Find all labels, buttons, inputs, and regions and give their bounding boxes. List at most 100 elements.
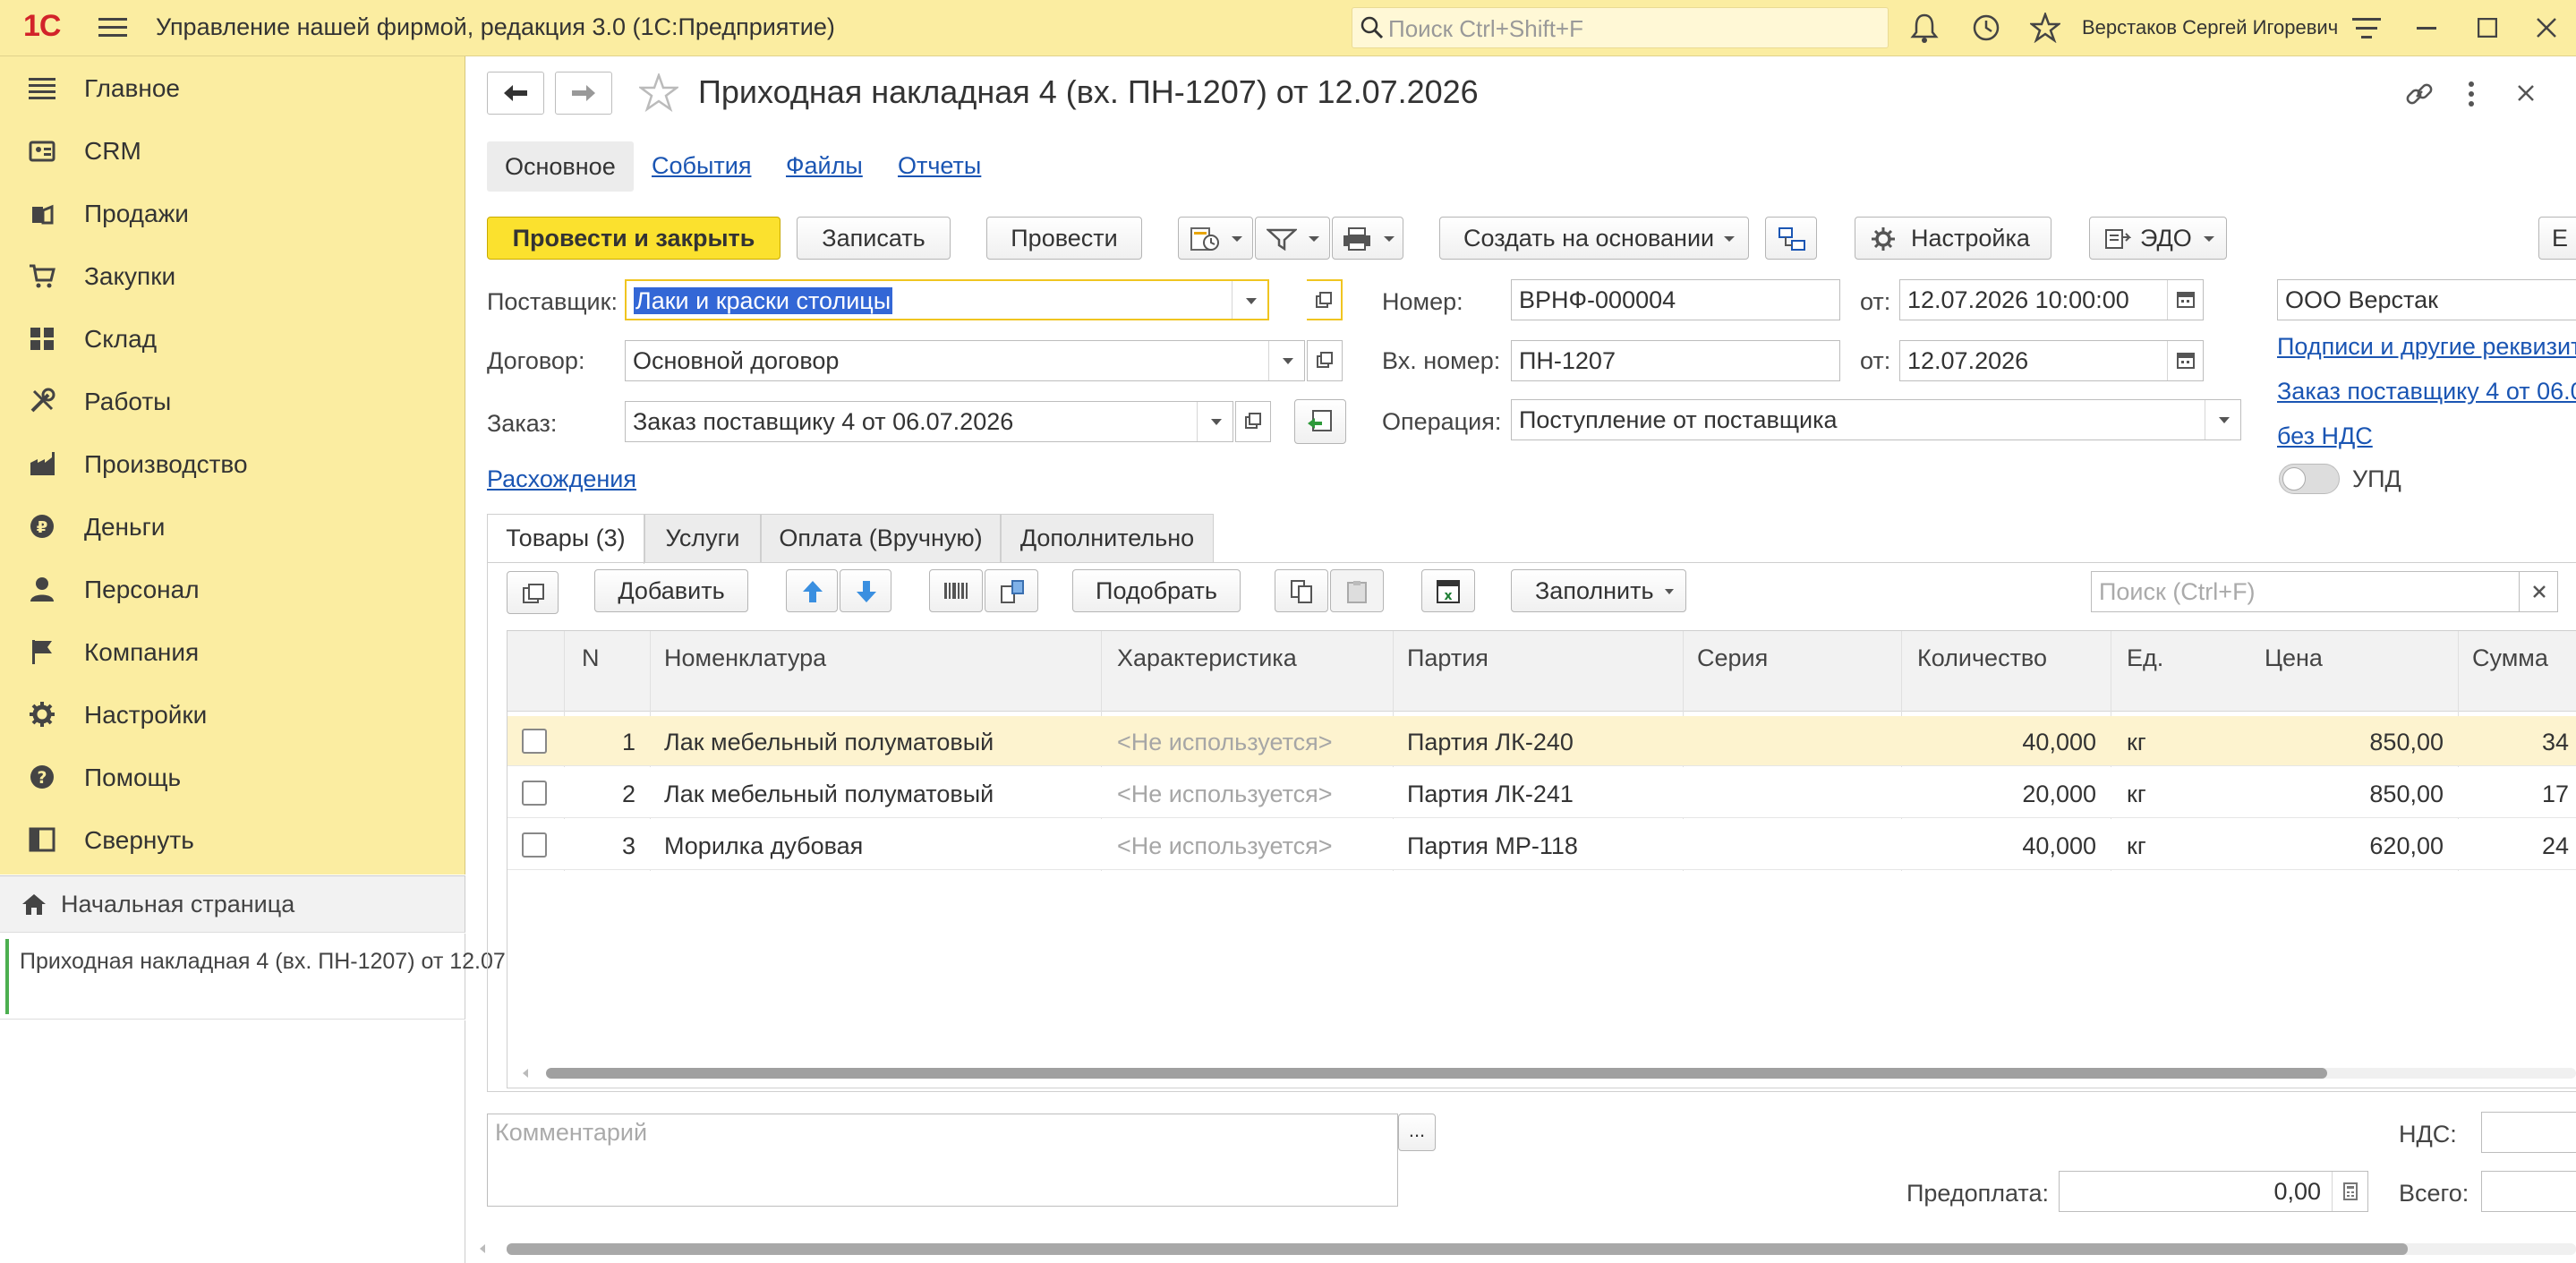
number-field[interactable]: ВРНФ-000004: [1511, 279, 1840, 320]
vat-link[interactable]: без НДС: [2277, 422, 2373, 450]
column-header-sum[interactable]: Сумма: [2472, 644, 2548, 672]
forward-button[interactable]: [555, 72, 612, 115]
more-button[interactable]: Е: [2538, 217, 2576, 260]
sidebar-item-purchases[interactable]: Закупки: [0, 244, 465, 307]
scan-button[interactable]: [985, 569, 1038, 612]
table-search-input[interactable]: Поиск (Ctrl+F): [2091, 571, 2521, 612]
tab-files[interactable]: Файлы: [786, 152, 863, 180]
total-field[interactable]: [2481, 1171, 2576, 1212]
open-order-button[interactable]: [1235, 401, 1271, 442]
settings-button[interactable]: Настройка: [1855, 217, 2051, 260]
sidebar-item-crm[interactable]: CRM: [0, 119, 465, 182]
vat-field[interactable]: [2481, 1112, 2576, 1153]
supplier-field[interactable]: Лаки и краски столицы: [625, 279, 1269, 320]
tab-payment[interactable]: Оплата (Вручную): [761, 514, 1001, 562]
sidebar-item-company[interactable]: Компания: [0, 620, 465, 683]
operation-field[interactable]: Поступление от поставщика: [1511, 399, 2241, 440]
column-header-price[interactable]: Цена: [2265, 644, 2323, 672]
close-window-icon[interactable]: [2537, 18, 2556, 38]
dropdown-icon[interactable]: [1232, 281, 1267, 319]
column-header-series[interactable]: Серия: [1697, 644, 1768, 672]
save-button[interactable]: Записать: [797, 217, 951, 260]
comment-textarea[interactable]: Комментарий: [487, 1114, 1398, 1207]
order-link[interactable]: Заказ поставщику 4 от 06.07.2026: [2277, 378, 2576, 405]
post-and-close-button[interactable]: Провести и закрыть: [487, 217, 780, 260]
main-menu-icon[interactable]: [98, 16, 127, 39]
open-window-item[interactable]: Приходная накладная 4 (вх. ПН-1207) от 1…: [0, 934, 561, 1020]
column-header-batch[interactable]: Партия: [1407, 644, 1488, 672]
home-page-link[interactable]: Начальная страница: [0, 875, 465, 933]
sidebar-item-works[interactable]: Работы: [0, 370, 465, 432]
sidebar-item-production[interactable]: Производство: [0, 432, 465, 495]
sidebar-item-collapse[interactable]: Свернуть: [0, 808, 465, 871]
column-header-unit[interactable]: Ед.: [2127, 644, 2163, 672]
link-icon[interactable]: [2404, 79, 2435, 109]
star-icon[interactable]: [2030, 13, 2060, 43]
open-supplier-button[interactable]: [1307, 279, 1343, 320]
row-checkbox[interactable]: [522, 832, 547, 858]
dropdown-icon[interactable]: [2205, 400, 2240, 439]
calculator-icon[interactable]: [2332, 1172, 2367, 1211]
tab-goods[interactable]: Товары (3): [487, 514, 644, 564]
more-actions-icon[interactable]: [2467, 81, 2476, 107]
edo-button[interactable]: ЭДО: [2089, 217, 2227, 260]
row-checkbox[interactable]: [522, 781, 547, 806]
structure-button[interactable]: [1765, 217, 1817, 260]
fill-by-order-button[interactable]: [1294, 399, 1346, 444]
column-header-item[interactable]: Номенклатура: [664, 644, 826, 672]
minimize-icon[interactable]: [2417, 27, 2436, 30]
dropdown-icon[interactable]: [1268, 341, 1304, 380]
date-field[interactable]: 12.07.2026 10:00:00: [1899, 279, 2204, 320]
calendar-icon[interactable]: [2167, 280, 2203, 320]
move-up-button[interactable]: [786, 569, 838, 612]
in-date-field[interactable]: 12.07.2026: [1899, 340, 2204, 381]
open-contract-button[interactable]: [1307, 340, 1343, 381]
company-field[interactable]: ООО Верстак: [2277, 279, 2576, 320]
tab-events[interactable]: События: [652, 152, 751, 180]
tab-additional[interactable]: Дополнительно: [1001, 514, 1214, 562]
prepay-field[interactable]: 0,00: [2059, 1171, 2368, 1212]
filter-button[interactable]: [1255, 217, 1330, 260]
sidebar-item-help[interactable]: ? Помощь: [0, 746, 465, 808]
column-header-characteristic[interactable]: Характеристика: [1117, 644, 1297, 672]
favorite-star-icon[interactable]: [639, 73, 678, 113]
back-button[interactable]: [487, 72, 544, 115]
signatures-link[interactable]: Подписи и другие реквизиты: [2277, 333, 2576, 361]
global-search-input[interactable]: Поиск Ctrl+Shift+F: [1352, 7, 1889, 48]
create-based-on-button[interactable]: Создать на основании: [1439, 217, 1749, 260]
order-field[interactable]: Заказ поставщику 4 от 06.07.2026: [625, 401, 1233, 442]
sidebar-item-staff[interactable]: Персонал: [0, 558, 465, 620]
sidebar-item-money[interactable]: ₽ Деньги: [0, 495, 465, 558]
pick-button[interactable]: Подобрать: [1072, 569, 1241, 612]
excel-button[interactable]: x: [1421, 569, 1475, 612]
bell-icon[interactable]: [1910, 13, 1939, 43]
fill-button[interactable]: Заполнить: [1511, 569, 1686, 612]
table-scrollbar-thumb[interactable]: [546, 1068, 2327, 1079]
sidebar-item-settings[interactable]: Настройки: [0, 683, 465, 746]
discrepancies-link[interactable]: Расхождения: [487, 465, 636, 493]
tab-main[interactable]: Основное: [487, 141, 634, 192]
window-scrollbar-thumb[interactable]: [507, 1243, 2408, 1255]
close-form-icon[interactable]: [2517, 84, 2535, 102]
sidebar-item-sales[interactable]: Продажи: [0, 182, 465, 244]
in-number-field[interactable]: ПН-1207: [1511, 340, 1840, 381]
document-history-button[interactable]: [1178, 217, 1253, 260]
barcode-button[interactable]: [929, 569, 983, 612]
calendar-icon[interactable]: [2167, 341, 2203, 380]
paste-button[interactable]: [1330, 569, 1384, 612]
history-icon[interactable]: [1971, 13, 2001, 43]
tab-services[interactable]: Услуги: [644, 514, 761, 562]
upd-toggle[interactable]: [2279, 464, 2340, 494]
post-button[interactable]: Провести: [986, 217, 1142, 260]
contract-field[interactable]: Основной договор: [625, 340, 1305, 381]
settings-lines-icon[interactable]: [2352, 16, 2381, 41]
tab-reports[interactable]: Отчеты: [898, 152, 981, 180]
column-header-n[interactable]: N: [582, 644, 600, 672]
copy-to-clipboard-button[interactable]: [1275, 569, 1328, 612]
maximize-icon[interactable]: [2478, 18, 2497, 38]
user-name[interactable]: Верстаков Сергей Игоревич: [2082, 16, 2338, 39]
comment-expand-button[interactable]: ...: [1398, 1114, 1436, 1151]
dropdown-icon[interactable]: [1197, 402, 1233, 441]
scroll-left-icon[interactable]: [521, 1067, 530, 1080]
column-header-quantity[interactable]: Количество: [1917, 644, 2047, 672]
